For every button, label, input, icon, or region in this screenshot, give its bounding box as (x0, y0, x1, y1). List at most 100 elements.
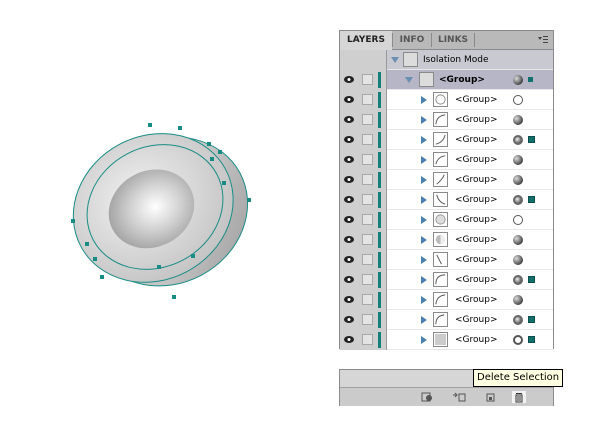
group-row-content[interactable]: <Group> (387, 70, 553, 90)
target-icon[interactable] (513, 215, 523, 225)
sublayer-row-content[interactable]: <Group> (387, 330, 553, 350)
expand-triangle-icon[interactable] (421, 336, 427, 344)
target-icon[interactable] (513, 295, 523, 305)
target-icon[interactable] (513, 235, 523, 245)
canvas-artwork[interactable] (60, 115, 260, 305)
sublayer-row-content[interactable]: <Group> (387, 150, 553, 170)
target-icon[interactable] (513, 255, 523, 265)
sublayer-row-content[interactable]: <Group> (387, 250, 553, 270)
eye-icon[interactable] (344, 216, 354, 223)
expand-triangle-icon[interactable] (421, 176, 427, 184)
sublayer-row[interactable]: <Group> (340, 330, 553, 350)
sublayer-row[interactable]: <Group> (340, 230, 553, 250)
sublayer-row-content[interactable]: <Group> (387, 170, 553, 190)
isolation-mode-row[interactable]: Isolation Mode (340, 50, 553, 70)
sublayer-row[interactable]: <Group> (340, 110, 553, 130)
sublayer-row[interactable]: <Group> (340, 170, 553, 190)
lock-toggle[interactable] (362, 234, 373, 245)
sublayer-row-content[interactable]: <Group> (387, 190, 553, 210)
isolation-row-content[interactable]: Isolation Mode (387, 50, 553, 70)
tab-layers[interactable]: LAYERS (340, 31, 392, 50)
delete-selection-icon[interactable] (512, 391, 526, 403)
target-icon[interactable] (513, 175, 523, 185)
eye-icon[interactable] (344, 236, 354, 243)
sublayer-row[interactable]: <Group> (340, 90, 553, 110)
lock-toggle[interactable] (362, 154, 373, 165)
eye-icon[interactable] (344, 276, 354, 283)
expand-triangle-icon[interactable] (421, 256, 427, 264)
tab-links[interactable]: LINKS (432, 31, 474, 49)
expand-triangle-icon[interactable] (421, 196, 427, 204)
lock-toggle[interactable] (362, 194, 373, 205)
target-icon[interactable] (513, 115, 523, 125)
group-layer-row[interactable]: <Group> (340, 70, 553, 90)
lock-toggle[interactable] (362, 74, 373, 85)
target-icon[interactable] (513, 315, 523, 325)
sublayer-row-content[interactable]: <Group> (387, 290, 553, 310)
sublayer-row[interactable]: <Group> (340, 210, 553, 230)
lock-toggle[interactable] (362, 214, 373, 225)
expand-triangle-icon[interactable] (421, 216, 427, 224)
sublayer-row-content[interactable]: <Group> (387, 310, 553, 330)
expand-triangle-icon[interactable] (421, 136, 427, 144)
eye-icon[interactable] (344, 116, 354, 123)
target-icon[interactable] (513, 95, 523, 105)
sublayer-row-content[interactable]: <Group> (387, 110, 553, 130)
lock-toggle[interactable] (362, 334, 373, 345)
lock-toggle[interactable] (362, 94, 373, 105)
sublayer-row[interactable]: <Group> (340, 290, 553, 310)
tab-info[interactable]: INFO (393, 31, 431, 49)
sublayer-row[interactable]: <Group> (340, 310, 553, 330)
expand-triangle-icon[interactable] (421, 96, 427, 104)
eye-icon[interactable] (344, 316, 354, 323)
eye-icon[interactable] (344, 296, 354, 303)
lock-toggle[interactable] (362, 274, 373, 285)
eye-icon[interactable] (344, 176, 354, 183)
lock-toggle[interactable] (362, 174, 373, 185)
target-icon[interactable] (513, 275, 523, 285)
eye-icon[interactable] (344, 156, 354, 163)
target-icon[interactable] (513, 195, 523, 205)
expand-triangle-icon[interactable] (421, 276, 427, 284)
selection-indicator[interactable] (528, 276, 535, 283)
lock-toggle[interactable] (362, 114, 373, 125)
sublayer-row[interactable]: <Group> (340, 130, 553, 150)
selection-indicator[interactable] (528, 136, 535, 143)
eye-icon[interactable] (344, 136, 354, 143)
make-clipping-mask-icon[interactable] (420, 391, 434, 403)
expand-triangle-icon[interactable] (421, 296, 427, 304)
expand-triangle-icon[interactable] (421, 316, 427, 324)
create-new-layer-icon[interactable] (483, 391, 497, 403)
sublayer-row[interactable]: <Group> (340, 150, 553, 170)
target-icon[interactable] (513, 135, 523, 145)
sublayer-row-content[interactable]: <Group> (387, 90, 553, 110)
selection-indicator[interactable] (528, 316, 535, 323)
sublayer-row[interactable]: <Group> (340, 270, 553, 290)
expand-triangle-icon[interactable] (405, 77, 413, 83)
lock-toggle[interactable] (362, 134, 373, 145)
eye-icon[interactable] (344, 256, 354, 263)
eye-icon[interactable] (344, 96, 354, 103)
sublayer-row-content[interactable]: <Group> (387, 230, 553, 250)
panel-menu-icon[interactable] (537, 34, 549, 46)
lock-toggle[interactable] (362, 294, 373, 305)
eye-icon[interactable] (344, 196, 354, 203)
selection-indicator[interactable] (528, 336, 535, 343)
sublayer-row[interactable]: <Group> (340, 250, 553, 270)
expand-triangle-icon[interactable] (391, 57, 399, 63)
sublayer-row-content[interactable]: <Group> (387, 210, 553, 230)
target-icon[interactable] (513, 155, 523, 165)
sublayer-row[interactable]: <Group> (340, 190, 553, 210)
selection-indicator[interactable] (528, 77, 533, 82)
expand-triangle-icon[interactable] (421, 156, 427, 164)
eye-icon[interactable] (344, 336, 354, 343)
sublayer-row-content[interactable]: <Group> (387, 270, 553, 290)
expand-triangle-icon[interactable] (421, 236, 427, 244)
create-sublayer-icon[interactable] (452, 391, 466, 403)
sublayer-row-content[interactable]: <Group> (387, 130, 553, 150)
eye-icon[interactable] (344, 76, 354, 83)
lock-toggle[interactable] (362, 254, 373, 265)
lock-toggle[interactable] (362, 314, 373, 325)
selection-indicator[interactable] (528, 196, 535, 203)
target-icon[interactable] (513, 75, 523, 85)
